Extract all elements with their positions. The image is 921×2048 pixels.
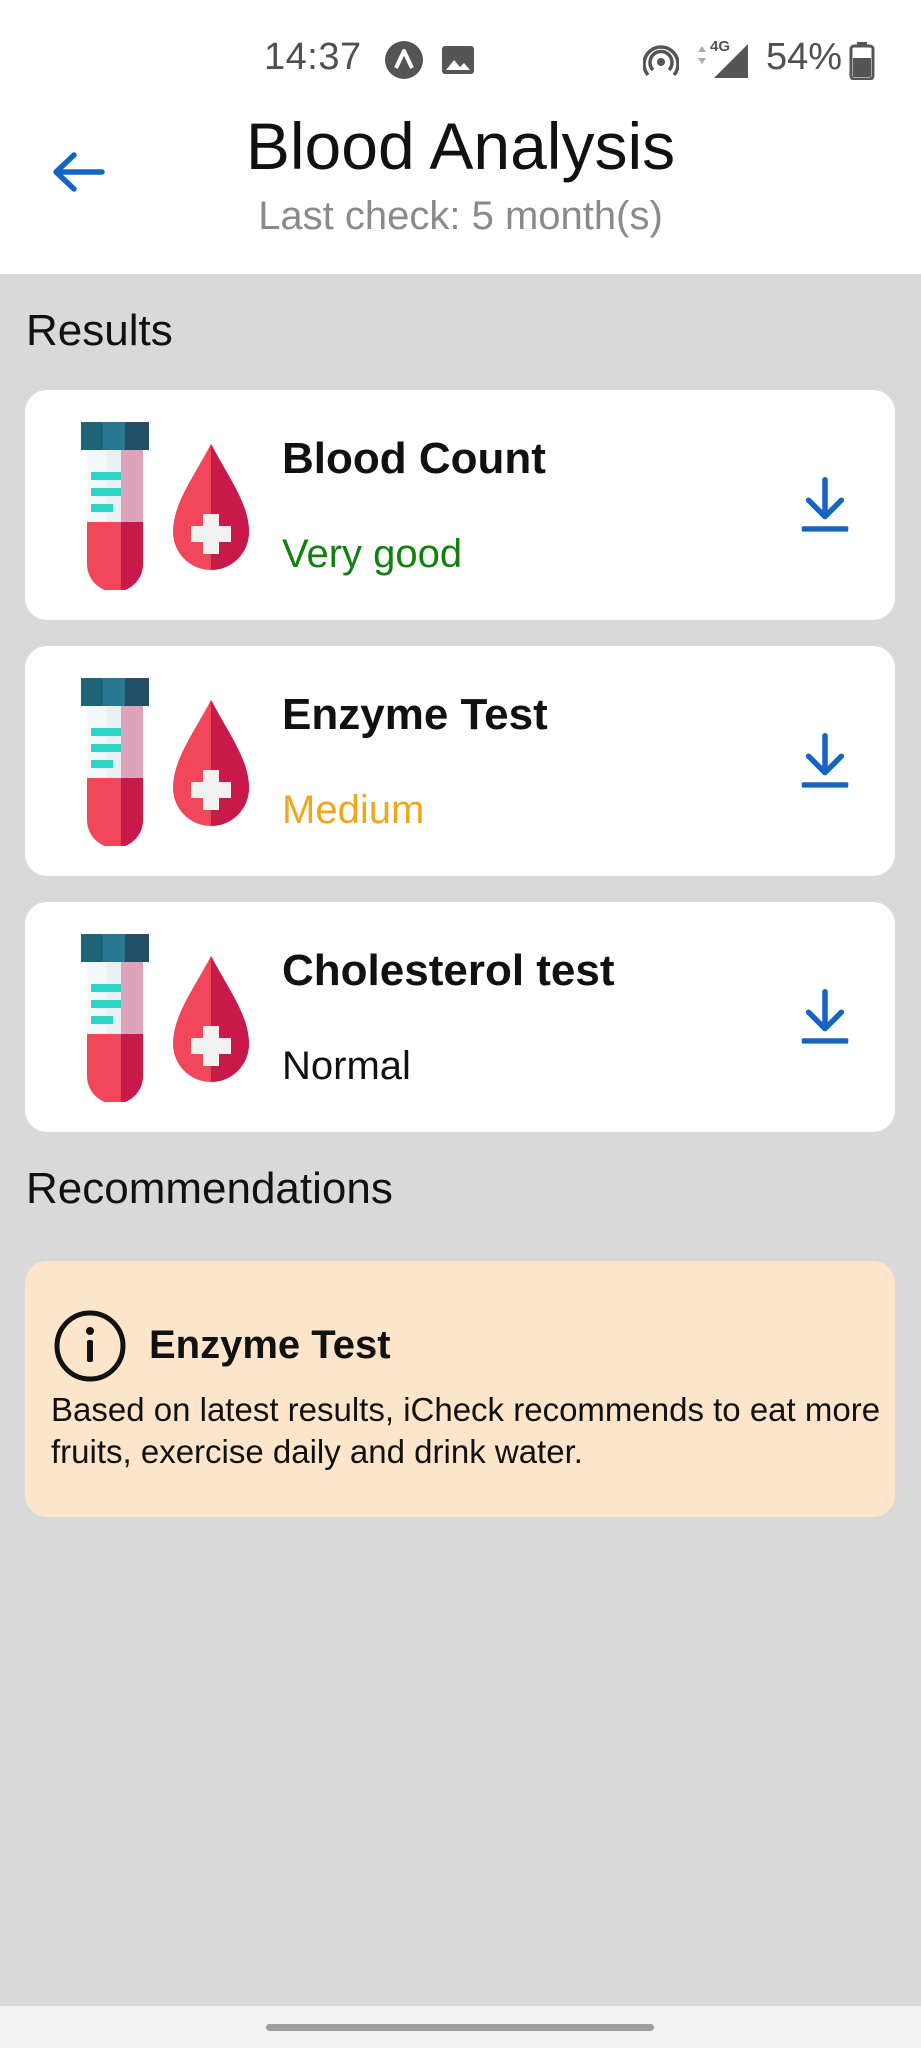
result-card-cholesterol-test[interactable]: Cholesterol test Normal [25,902,895,1132]
status-time: 14:37 [264,36,362,78]
results-heading: Results [26,306,173,355]
recommendations-heading: Recommendations [26,1164,393,1213]
screen: 14:37 4G 54% Blood Analysis Last check: … [0,0,921,2048]
download-button[interactable] [787,462,863,548]
download-icon [799,984,851,1050]
hotspot-icon [643,45,679,77]
test-tube-blood-drop-icon [73,934,259,1102]
download-icon [799,472,851,538]
result-title: Blood Count [282,434,546,483]
result-card-enzyme-test[interactable]: Enzyme Test Medium [25,646,895,876]
a-notification-icon [385,41,423,79]
status-bar: 14:37 4G 54% [0,0,921,104]
home-gesture-handle[interactable] [266,2024,654,2031]
battery-percent: 54% [766,36,843,78]
result-title: Enzyme Test [282,690,548,739]
download-icon [799,728,851,794]
result-status: Medium [282,788,425,832]
download-button[interactable] [787,718,863,804]
test-tube-blood-drop-icon [73,422,259,590]
result-title: Cholesterol test [282,946,615,995]
recommendation-title: Enzyme Test [149,1323,391,1367]
recommendation-body: Based on latest results, iCheck recommen… [51,1391,881,1470]
result-card-blood-count[interactable]: Blood Count Very good [25,390,895,620]
image-notification-icon [442,46,474,74]
result-status: Normal [282,1044,411,1088]
page-title: Blood Analysis [245,109,676,183]
navigation-bar [0,2006,921,2048]
result-status: Very good [282,532,463,576]
info-icon [54,1310,126,1382]
header: Blood Analysis Last check: 5 month(s) [0,104,921,274]
test-tube-blood-drop-icon [73,678,259,846]
battery-icon [849,42,875,80]
network-label: 4G [710,38,731,55]
last-check-subtitle: Last check: 5 month(s) [258,194,663,238]
recommendation-card: Enzyme Test Based on latest results, iCh… [25,1261,895,1517]
download-button[interactable] [787,974,863,1060]
